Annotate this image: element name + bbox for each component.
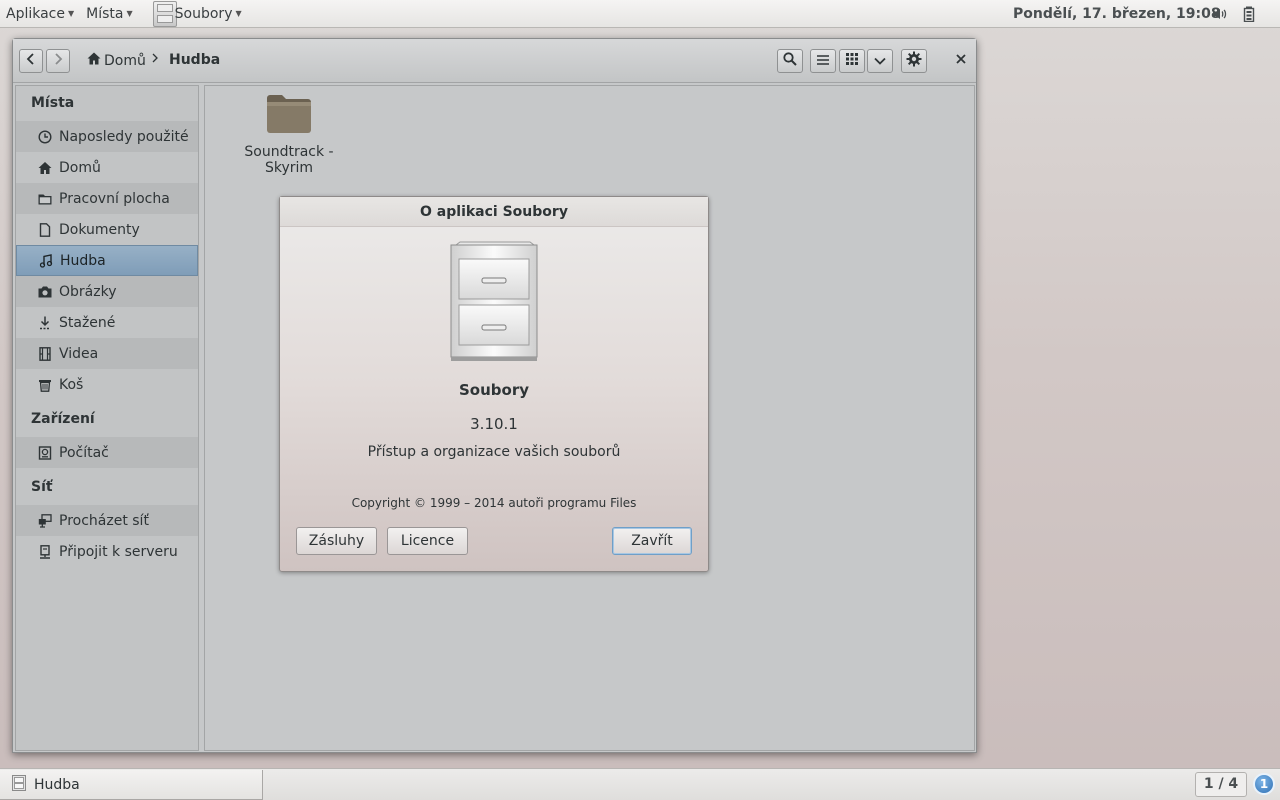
header-bar: Domů Hudba	[13, 39, 976, 83]
chevron-right-icon	[151, 52, 159, 68]
home-icon	[38, 161, 52, 174]
download-icon	[40, 316, 50, 329]
settings-button[interactable]	[901, 49, 927, 73]
taskbar-item-label: Hudba	[34, 776, 80, 793]
applications-menu-label: Aplikace	[6, 5, 65, 22]
file-cabinet-icon	[450, 241, 540, 367]
workspace-indicator[interactable]: 1 / 4	[1195, 772, 1247, 797]
chevron-down-icon: ▼	[126, 9, 133, 18]
top-panel: Aplikace ▼ Místa ▼ Soubory ▼ Pondělí, 17…	[0, 0, 1280, 28]
places-menu-label: Místa	[86, 5, 124, 22]
music-icon	[39, 253, 53, 268]
sidebar-item-label: Připojit k serveru	[59, 543, 178, 560]
sidebar-item-label: Koš	[59, 376, 84, 393]
places-menu[interactable]: Místa ▼	[80, 0, 139, 28]
clock[interactable]: Pondělí, 17. březen, 19:08	[1013, 0, 1221, 28]
dialog-title: O aplikaci Soubory	[280, 197, 708, 227]
sidebar-item-computer[interactable]: Počítač	[16, 437, 198, 468]
document-icon	[39, 222, 51, 237]
home-icon	[87, 52, 101, 69]
grid-view-button[interactable]	[839, 49, 865, 73]
breadcrumb-separator	[151, 52, 159, 68]
server-icon	[40, 544, 50, 559]
applications-menu[interactable]: Aplikace ▼	[0, 0, 80, 28]
computer-icon	[38, 445, 52, 460]
camera-icon	[38, 286, 52, 297]
sidebar-item-label: Pracovní plocha	[59, 190, 170, 207]
file-cabinet-icon	[12, 774, 26, 795]
app-version: 3.10.1	[470, 415, 518, 433]
grid-icon	[846, 53, 858, 69]
sidebar-heading-devices: Zařízení	[31, 411, 95, 427]
sidebar-item-music[interactable]: Hudba	[16, 245, 198, 276]
app-description: Přístup a organizace vašich souborů	[367, 444, 621, 460]
sidebar-item-browse-network[interactable]: Procházet síť	[16, 505, 198, 536]
sidebar-item-pictures[interactable]: Obrázky	[16, 276, 198, 307]
view-options-button[interactable]	[867, 49, 893, 73]
sidebar-item-videos[interactable]: Videa	[16, 338, 198, 369]
chevron-down-icon: ▼	[68, 9, 75, 18]
search-button[interactable]	[777, 49, 803, 73]
forward-button[interactable]	[46, 49, 70, 73]
chevron-down-icon: ▼	[235, 9, 242, 18]
breadcrumb-home[interactable]: Domů	[87, 52, 146, 69]
sidebar-item-connect-server[interactable]: Připojit k serveru	[16, 536, 198, 567]
folder-icon	[267, 95, 311, 133]
copyright-text: Copyright © 1999 – 2014 autoři programu …	[351, 496, 637, 510]
battery-icon[interactable]	[1241, 6, 1257, 23]
notification-badge[interactable]: 1	[1253, 773, 1275, 795]
close-button[interactable]: Zavřít	[612, 527, 692, 555]
sidebar-item-label: Naposledy použité	[59, 128, 189, 145]
breadcrumb-home-label: Domů	[104, 52, 146, 69]
sidebar-heading-places: Místa	[31, 95, 75, 111]
sidebar-item-label: Obrázky	[59, 283, 117, 300]
window-close-button[interactable]	[950, 49, 972, 71]
gear-icon	[906, 51, 922, 71]
search-icon	[783, 52, 797, 70]
bottom-bar: Hudba 1 / 4	[0, 768, 1280, 800]
app-menu-label: Soubory	[174, 5, 233, 22]
trash-icon	[39, 379, 51, 392]
folder-icon	[38, 194, 52, 204]
folder-item[interactable]: Soundtrack - Skyrim	[219, 94, 359, 176]
clock-icon	[38, 129, 52, 144]
list-icon	[817, 53, 829, 69]
chevron-left-icon	[26, 53, 36, 69]
sidebar-item-label: Domů	[59, 159, 101, 176]
sidebar-item-label: Dokumenty	[59, 221, 140, 238]
network-icon	[38, 513, 52, 528]
back-button[interactable]	[19, 49, 43, 73]
sidebar-item-desktop[interactable]: Pracovní plocha	[16, 183, 198, 214]
sidebar-item-label: Procházet síť	[59, 512, 149, 529]
folder-label: Soundtrack - Skyrim	[244, 144, 334, 176]
sidebar-item-label: Videa	[59, 345, 99, 362]
app-menu[interactable]: Soubory ▼	[169, 0, 248, 28]
chevron-down-icon	[874, 53, 886, 69]
chevron-right-icon	[53, 53, 63, 69]
breadcrumb-current[interactable]: Hudba	[169, 52, 220, 68]
about-dialog: O aplikaci Soubory Soubory 3.10.1 Přístu…	[279, 196, 709, 572]
license-button[interactable]: Licence	[387, 527, 468, 555]
sidebar-item-label: Počítač	[59, 444, 109, 461]
sidebar-item-label: Stažené	[59, 314, 116, 331]
close-icon	[956, 52, 966, 68]
sidebar: Místa Naposledy použité Domů Pracovní pl…	[15, 85, 199, 751]
app-name: Soubory	[458, 381, 529, 399]
sidebar-item-documents[interactable]: Dokumenty	[16, 214, 198, 245]
taskbar-item-music[interactable]: Hudba	[0, 770, 263, 800]
sidebar-item-home[interactable]: Domů	[16, 152, 198, 183]
sidebar-heading-network: Síť	[31, 479, 53, 495]
sidebar-item-trash[interactable]: Koš	[16, 369, 198, 400]
volume-icon[interactable]	[1212, 6, 1228, 22]
list-view-button[interactable]	[810, 49, 836, 73]
credits-button[interactable]: Zásluhy	[296, 527, 377, 555]
sidebar-item-label: Hudba	[60, 252, 106, 269]
film-icon	[39, 346, 51, 361]
sidebar-item-downloads[interactable]: Stažené	[16, 307, 198, 338]
sidebar-item-recent[interactable]: Naposledy použité	[16, 121, 198, 152]
